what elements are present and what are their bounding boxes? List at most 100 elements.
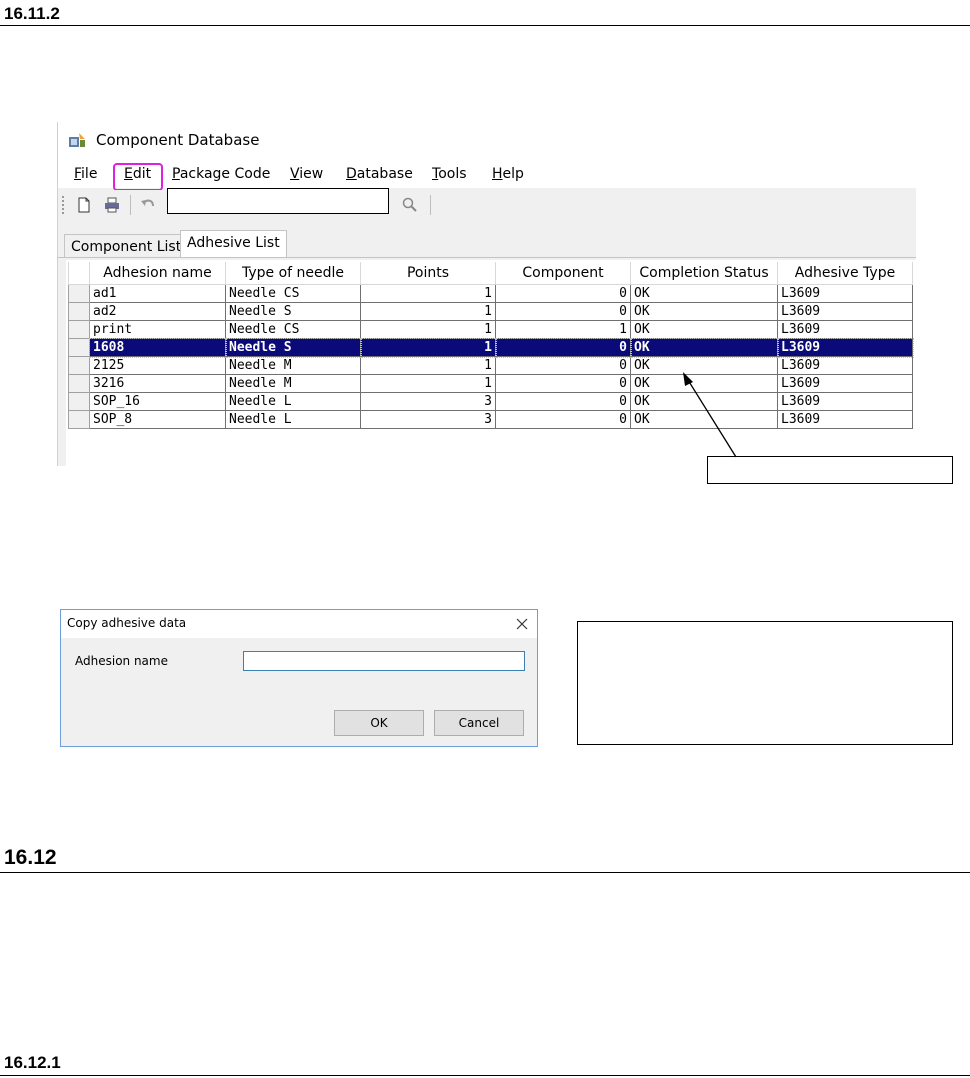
- table-row[interactable]: 1608 Needle S 1 0 OK L3609: [68, 337, 914, 358]
- table-cell[interactable]: L3609: [776, 337, 914, 358]
- table-cell[interactable]: 2125: [89, 356, 226, 375]
- menu-file[interactable]: File: [74, 166, 97, 182]
- table-cell[interactable]: L3609: [777, 302, 913, 321]
- column-header[interactable]: Adhesive Type: [777, 262, 913, 285]
- menu-view[interactable]: View: [290, 166, 323, 182]
- table-cell[interactable]: L3609: [777, 374, 913, 393]
- table-cell[interactable]: print: [89, 320, 226, 339]
- dialog-callout-box: [577, 621, 953, 745]
- table-cell[interactable]: Needle CS: [225, 320, 361, 339]
- undo-icon[interactable]: [140, 197, 156, 213]
- section-heading-16-11-2: 16.11.2: [4, 4, 60, 23]
- row-header-cell[interactable]: [68, 392, 90, 411]
- table-row[interactable]: print Needle CS 1 1 OK L3609: [68, 320, 913, 339]
- column-header[interactable]: Completion Status: [630, 262, 778, 285]
- table-row[interactable]: ad1 Needle CS 1 0 OK L3609: [68, 284, 913, 303]
- heading-rule: [0, 1075, 970, 1076]
- menu-package-code[interactable]: Package Code: [172, 166, 270, 182]
- ok-button[interactable]: OK: [334, 710, 424, 736]
- print-icon[interactable]: [104, 197, 120, 213]
- cancel-button[interactable]: Cancel: [434, 710, 524, 736]
- table-cell[interactable]: 3216: [89, 374, 226, 393]
- table-cell[interactable]: L3609: [777, 392, 913, 411]
- table-cell[interactable]: 1608: [88, 337, 227, 358]
- table-cell[interactable]: 1: [359, 337, 497, 358]
- table-cell[interactable]: OK: [630, 356, 778, 375]
- menu-tools[interactable]: Tools: [432, 166, 467, 182]
- table-cell[interactable]: Needle CS: [225, 284, 361, 303]
- column-header[interactable]: Points: [360, 262, 496, 285]
- menu-help[interactable]: Help: [492, 166, 524, 182]
- column-header[interactable]: Type of needle: [225, 262, 361, 285]
- component-database-window: Component Database File Edit Package Cod…: [57, 122, 916, 466]
- table-cell[interactable]: 0: [495, 410, 631, 429]
- zoom-icon[interactable]: [402, 197, 418, 213]
- table-cell[interactable]: 0: [495, 392, 631, 411]
- table-cell[interactable]: SOP_16: [89, 392, 226, 411]
- table-cell[interactable]: 1: [360, 302, 496, 321]
- table-cell[interactable]: L3609: [777, 320, 913, 339]
- table-row[interactable]: ad2 Needle S 1 0 OK L3609: [68, 302, 913, 321]
- table-cell[interactable]: Needle L: [225, 392, 361, 411]
- row-header-cell[interactable]: [68, 356, 90, 375]
- table-cell[interactable]: OK: [629, 337, 779, 358]
- table-cell[interactable]: 1: [360, 356, 496, 375]
- table-cell[interactable]: OK: [630, 392, 778, 411]
- tab-component-list[interactable]: Component List: [64, 234, 189, 258]
- table-cell[interactable]: Needle M: [225, 374, 361, 393]
- column-header[interactable]: Adhesion name: [89, 262, 226, 285]
- table-cell[interactable]: ad2: [89, 302, 226, 321]
- table-row[interactable]: 2125 Needle M 1 0 OK L3609: [68, 356, 913, 375]
- toolbar-grip[interactable]: [62, 196, 66, 214]
- adhesive-grid-area: Adhesion name Type of needle Points Comp…: [66, 260, 916, 466]
- row-header-cell[interactable]: [68, 410, 90, 429]
- tab-body-border: [58, 257, 916, 258]
- table-cell[interactable]: 0: [495, 284, 631, 303]
- table-cell[interactable]: OK: [630, 410, 778, 429]
- table-cell[interactable]: OK: [630, 374, 778, 393]
- selected-row-callout-box: [707, 456, 953, 484]
- new-document-icon[interactable]: [76, 197, 92, 213]
- table-cell[interactable]: OK: [630, 284, 778, 303]
- table-cell[interactable]: Needle M: [225, 356, 361, 375]
- table-cell[interactable]: Needle S: [224, 337, 362, 358]
- heading-rule: [0, 25, 970, 26]
- dialog-title: Copy adhesive data: [67, 616, 187, 630]
- table-cell[interactable]: L3609: [777, 284, 913, 303]
- table-cell[interactable]: 0: [495, 302, 631, 321]
- table-row[interactable]: SOP_16 Needle L 3 0 OK L3609: [68, 392, 913, 411]
- table-cell[interactable]: 1: [360, 284, 496, 303]
- table-cell[interactable]: Needle L: [225, 410, 361, 429]
- table-row[interactable]: SOP_8 Needle L 3 0 OK L3609: [68, 410, 913, 429]
- column-header[interactable]: Component: [495, 262, 631, 285]
- row-header-cell[interactable]: [68, 374, 90, 393]
- row-header-cell[interactable]: [68, 302, 90, 321]
- table-header-row: Adhesion name Type of needle Points Comp…: [68, 262, 913, 285]
- table-cell[interactable]: L3609: [777, 410, 913, 429]
- section-heading-16-12-1: 16.12.1: [4, 1053, 61, 1072]
- table-cell[interactable]: ad1: [89, 284, 226, 303]
- menu-database[interactable]: Database: [346, 166, 413, 182]
- table-cell[interactable]: 0: [494, 337, 632, 358]
- tab-adhesive-list[interactable]: Adhesive List: [180, 230, 287, 258]
- table-cell[interactable]: 0: [495, 374, 631, 393]
- row-header-cell[interactable]: [68, 284, 90, 303]
- table-cell[interactable]: 3: [360, 410, 496, 429]
- table-cell[interactable]: 3: [360, 392, 496, 411]
- adhesion-name-input[interactable]: [243, 651, 525, 671]
- table-cell[interactable]: 1: [360, 374, 496, 393]
- row-header-cell[interactable]: [68, 338, 90, 357]
- table-cell[interactable]: Needle S: [225, 302, 361, 321]
- table-cell[interactable]: OK: [630, 302, 778, 321]
- table-cell[interactable]: 1: [495, 320, 631, 339]
- table-cell[interactable]: SOP_8: [89, 410, 226, 429]
- table-cell[interactable]: 1: [360, 320, 496, 339]
- adhesive-list-table: Adhesion name Type of needle Points Comp…: [68, 262, 914, 429]
- toolbar-separator: [430, 195, 431, 215]
- table-cell[interactable]: L3609: [777, 356, 913, 375]
- close-icon[interactable]: [511, 613, 533, 635]
- table-cell[interactable]: 0: [495, 356, 631, 375]
- table-row[interactable]: 3216 Needle M 1 0 OK L3609: [68, 374, 913, 393]
- table-cell[interactable]: OK: [630, 320, 778, 339]
- row-header-cell[interactable]: [68, 320, 90, 339]
